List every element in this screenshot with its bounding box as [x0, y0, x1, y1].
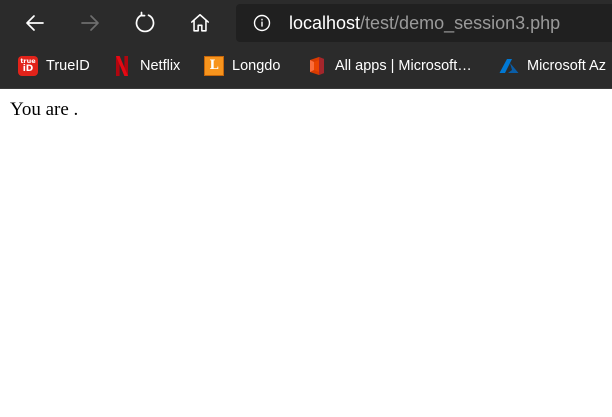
- arrow-left-icon: [26, 15, 44, 31]
- bookmark-trueid[interactable]: true iD TrueID: [18, 55, 90, 77]
- refresh-button[interactable]: [127, 5, 163, 41]
- bookmark-all-apps-microsoft[interactable]: All apps | Microsoft…: [307, 55, 472, 77]
- bookmark-label: Microsoft Az: [527, 58, 606, 74]
- bookmark-label: Longdo: [232, 58, 281, 74]
- refresh-icon: [135, 11, 155, 33]
- microsoft-office-icon: [307, 56, 327, 76]
- home-icon: [190, 13, 210, 32]
- page-text: You are .: [10, 99, 79, 120]
- bookmark-label: Netflix: [140, 58, 181, 74]
- bookmark-netflix[interactable]: Netflix: [112, 55, 180, 77]
- bookmark-label: All apps | Microsoft…: [335, 58, 472, 74]
- azure-icon: [499, 56, 519, 76]
- url-host: localhost: [289, 12, 361, 33]
- browser-window: localhost/test/demo_session3.php true iD …: [0, 0, 612, 417]
- forward-button[interactable]: [72, 5, 108, 41]
- home-button[interactable]: [182, 5, 218, 41]
- bookmark-microsoft-azure[interactable]: Microsoft Az: [499, 55, 606, 77]
- back-button[interactable]: [17, 5, 53, 41]
- url-path: /test/demo_session3.php: [360, 12, 561, 33]
- arrow-right-icon: [81, 15, 99, 31]
- url-text[interactable]: localhost/test/demo_session3.php: [289, 13, 560, 34]
- bookmark-longdo[interactable]: L Longdo: [204, 55, 280, 77]
- address-bar[interactable]: localhost/test/demo_session3.php: [236, 4, 612, 42]
- netflix-icon: [112, 56, 132, 76]
- info-icon[interactable]: [253, 14, 271, 32]
- browser-toolbar: localhost/test/demo_session3.php: [0, 0, 612, 46]
- page-content: You are .: [0, 89, 612, 417]
- trueid-icon: true iD: [18, 56, 38, 76]
- bookmark-label: TrueID: [46, 58, 90, 74]
- bookmarks-bar: true iD TrueID Netflix L Longdo All apps…: [0, 46, 612, 89]
- longdo-icon: L: [204, 56, 224, 76]
